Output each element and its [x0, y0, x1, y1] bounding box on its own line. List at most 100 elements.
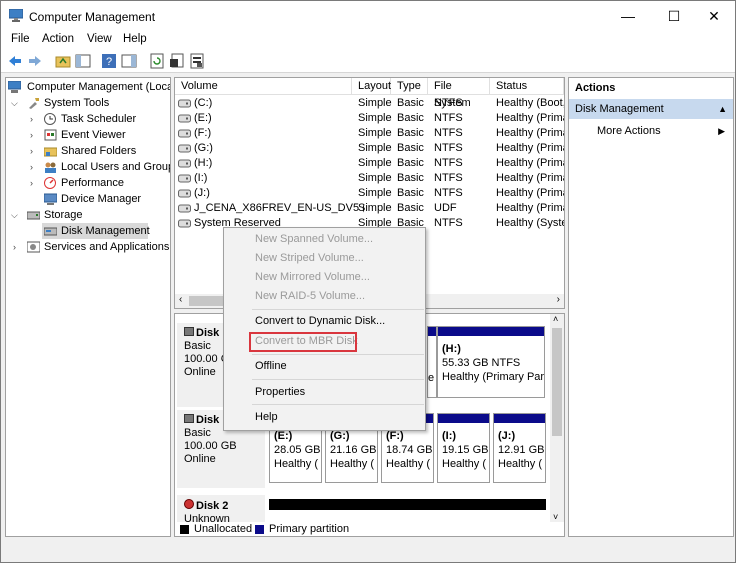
table-cell: Simple — [358, 187, 392, 199]
column-header-type[interactable]: Type — [391, 78, 428, 95]
menu-file[interactable]: File — [11, 33, 30, 45]
primary-partition-bar — [438, 327, 544, 336]
menu-item-convert-dynamic-disk[interactable]: Convert to Dynamic Disk... — [225, 312, 424, 331]
action-pane-icon[interactable] — [121, 53, 137, 69]
title-bar: Computer Management — ☐ ✕ — [1, 1, 735, 31]
volume-drive-icon — [178, 189, 191, 198]
export-list-icon[interactable] — [169, 53, 185, 69]
disk-legend: Unallocated Primary partition — [175, 522, 564, 536]
column-header-volume[interactable]: Volume — [175, 78, 352, 95]
minimize-button[interactable]: — — [605, 1, 651, 31]
navigation-tree: Computer Management (Local ⌵ System Tool… — [5, 77, 171, 537]
table-row[interactable]: (I:) Simple Basic NTFS Healthy (Prima — [175, 171, 564, 186]
chevron-right-icon[interactable]: › — [30, 175, 38, 191]
mbr-highlight-box — [249, 332, 357, 352]
table-cell: (C:) — [194, 97, 213, 109]
primary-partition-bar — [494, 414, 545, 423]
menu-item-new-raid5-volume[interactable]: New RAID-5 Volume... — [225, 287, 424, 306]
partition-i[interactable]: (I:) 19.15 GB Healthy ( — [437, 413, 490, 483]
volume-drive-icon — [178, 99, 191, 108]
menu-separator — [252, 404, 424, 405]
unallocated-bar[interactable] — [269, 499, 546, 510]
table-cell: Basic — [397, 142, 424, 154]
chevron-right-icon[interactable]: › — [30, 143, 38, 159]
chevron-right-icon[interactable]: › — [30, 127, 38, 143]
chevron-down-icon[interactable]: ⌵ — [11, 95, 19, 111]
table-cell: NTFS — [434, 157, 463, 169]
tree-item-disk-management[interactable]: Disk Management — [42, 223, 150, 239]
volume-drive-icon — [178, 174, 191, 183]
volume-drive-icon — [178, 129, 191, 138]
table-cell: Healthy (Prima — [496, 157, 565, 169]
table-cell: Healthy (Prima — [496, 112, 565, 124]
partition-h[interactable]: (H:) 55.33 GB NTFS Healthy (Primary Par — [437, 326, 545, 398]
menu-action[interactable]: Action — [42, 33, 74, 45]
collapse-icon[interactable]: ▲ — [718, 99, 727, 119]
chevron-right-icon[interactable]: › — [30, 111, 38, 127]
table-cell: Healthy (Prima — [496, 187, 565, 199]
table-row[interactable]: (F:) Simple Basic NTFS Healthy (Prima — [175, 126, 564, 141]
table-row[interactable]: (J:) Simple Basic NTFS Healthy (Prima — [175, 186, 564, 201]
vertical-scrollbar[interactable]: ˄ ˅ — [550, 314, 564, 522]
table-cell: Simple — [358, 112, 392, 124]
partition-j[interactable]: (J:) 12.91 GB Healthy ( — [493, 413, 546, 483]
table-cell: Basic — [397, 187, 424, 199]
refresh-icon[interactable] — [149, 53, 165, 69]
menu-item-properties[interactable]: Properties — [225, 383, 424, 402]
column-header-status[interactable]: Status — [490, 78, 564, 95]
table-cell: Simple — [358, 202, 392, 214]
table-cell: NTFS — [434, 187, 463, 199]
menu-item-new-spanned-volume[interactable]: New Spanned Volume... — [225, 230, 424, 249]
chevron-down-icon[interactable]: ⌵ — [11, 207, 19, 223]
tools-icon — [29, 98, 39, 109]
table-cell: Simple — [358, 142, 392, 154]
volume-drive-icon — [178, 159, 191, 168]
back-icon[interactable] — [7, 53, 23, 69]
table-row[interactable]: (E:) Simple Basic NTFS Healthy (Prima — [175, 111, 564, 126]
computer-management-icon — [9, 9, 23, 22]
table-row[interactable]: J_CENA_X86FREV_EN-US_DV5 (D:) Simple Basic… — [175, 201, 564, 216]
scroll-left-icon[interactable]: ‹ — [179, 294, 182, 305]
menu-item-help[interactable]: Help — [225, 408, 424, 427]
chevron-right-icon[interactable]: › — [13, 239, 21, 255]
table-row[interactable]: (H:) Simple Basic NTFS Healthy (Prima — [175, 156, 564, 171]
event-log-icon — [44, 129, 57, 141]
column-header-file-system[interactable]: File System — [428, 78, 490, 109]
table-cell: Basic — [397, 127, 424, 139]
forward-icon[interactable] — [27, 53, 43, 69]
show-hide-tree-icon[interactable] — [75, 53, 91, 69]
disk-icon — [184, 414, 194, 423]
scroll-up-icon[interactable]: ˄ — [553, 314, 558, 324]
users-icon — [45, 162, 56, 173]
menu-item-new-striped-volume[interactable]: New Striped Volume... — [225, 249, 424, 268]
partition-disk0-hidden[interactable]: e — [427, 326, 437, 398]
menu-view[interactable]: View — [87, 33, 112, 45]
clock-icon — [44, 113, 56, 125]
properties-icon[interactable] — [189, 53, 205, 69]
submenu-arrow-icon: ▶ — [718, 126, 725, 136]
more-actions-item[interactable]: More Actions ▶ — [569, 122, 733, 140]
up-folder-icon[interactable] — [55, 53, 71, 69]
help-icon[interactable]: ? — [101, 53, 117, 69]
scroll-down-icon[interactable]: ˅ — [553, 512, 558, 522]
table-row[interactable]: (C:) Simple Basic NTFS Healthy (Boot, — [175, 96, 564, 111]
close-button[interactable]: ✕ — [691, 1, 736, 31]
menu-item-offline[interactable]: Offline — [225, 357, 424, 376]
status-bar — [1, 541, 735, 562]
table-cell: (I:) — [194, 172, 208, 184]
actions-section-disk-management[interactable]: Disk Management ▲ — [569, 99, 733, 119]
actions-pane: Actions Disk Management ▲ More Actions ▶ — [568, 77, 734, 537]
table-cell: (H:) — [194, 157, 213, 169]
chevron-right-icon[interactable]: › — [30, 159, 38, 175]
column-header-layout[interactable]: Layout — [352, 78, 391, 95]
disk-2-label[interactable]: Disk 2 Unknown — [177, 495, 265, 525]
scroll-right-icon[interactable]: › — [557, 294, 560, 305]
table-cell: Healthy (Prima — [496, 202, 565, 214]
menu-item-new-mirrored-volume[interactable]: New Mirrored Volume... — [225, 268, 424, 287]
table-cell: Simple — [358, 157, 392, 169]
actions-header: Actions — [575, 82, 616, 94]
window-title: Computer Management — [29, 10, 156, 24]
menu-help[interactable]: Help — [123, 33, 147, 45]
table-row[interactable]: (G:) Simple Basic NTFS Healthy (Prima — [175, 141, 564, 156]
scroll-thumb[interactable] — [552, 328, 562, 436]
